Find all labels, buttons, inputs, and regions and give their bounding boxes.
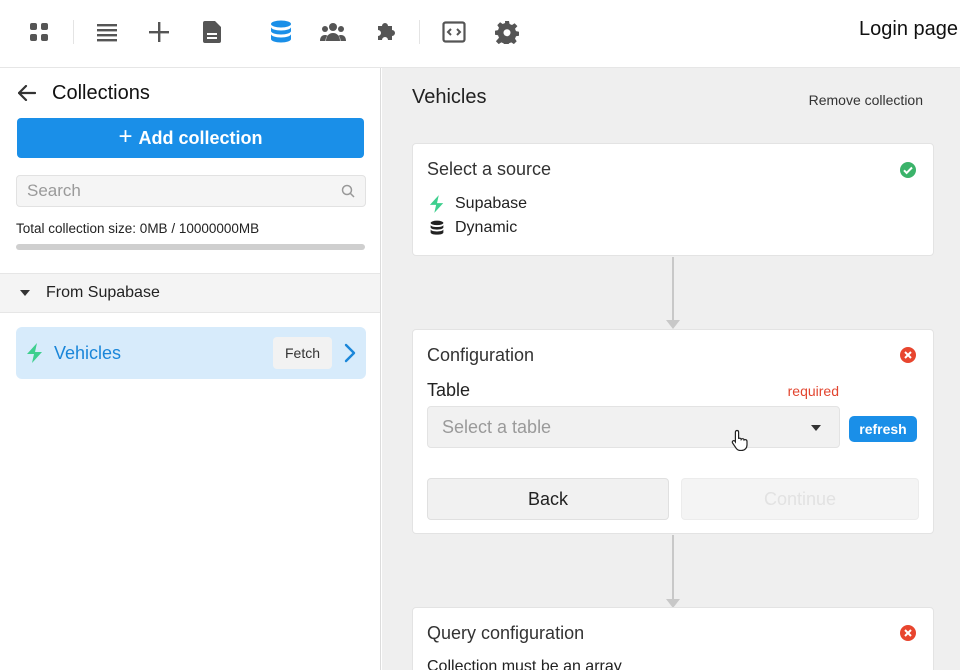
database-icon bbox=[427, 220, 447, 236]
configuration-card: Configuration Table required Select a ta… bbox=[412, 329, 934, 534]
back-button[interactable]: Back bbox=[427, 478, 669, 520]
continue-button[interactable]: Continue bbox=[681, 478, 919, 520]
group-header-supabase[interactable]: From Supabase bbox=[0, 273, 380, 313]
query-card-message: Collection must be an array bbox=[427, 658, 622, 670]
puzzle-icon[interactable] bbox=[372, 18, 400, 46]
source-card: Select a source Supabase Dynamic bbox=[412, 143, 934, 256]
add-collection-button[interactable]: + Add collection bbox=[17, 118, 364, 158]
step-connector bbox=[666, 257, 680, 329]
add-collection-label: Add collection bbox=[138, 127, 263, 148]
step-connector bbox=[666, 535, 680, 608]
collection-size-text: Total collection size: 0MB / 10000000MB bbox=[16, 221, 260, 236]
search-icon bbox=[341, 184, 355, 198]
required-label: required bbox=[787, 383, 839, 399]
table-select[interactable]: Select a table bbox=[427, 406, 840, 448]
document-icon[interactable] bbox=[198, 18, 226, 46]
query-card-title: Query configuration bbox=[427, 623, 585, 643]
collection-size-bar bbox=[16, 244, 365, 250]
back-arrow-icon[interactable] bbox=[18, 85, 36, 101]
code-icon[interactable] bbox=[440, 18, 468, 46]
bolt-icon bbox=[27, 343, 42, 363]
back-to-collections[interactable]: Collections bbox=[18, 80, 150, 106]
collection-item-vehicles[interactable]: Vehicles Fetch bbox=[16, 327, 366, 379]
database-icon[interactable] bbox=[267, 18, 295, 46]
source-card-title: Select a source bbox=[427, 159, 552, 179]
group-label: From Supabase bbox=[46, 284, 160, 301]
caret-down-icon bbox=[20, 290, 30, 296]
source-dynamic-label: Dynamic bbox=[455, 219, 518, 236]
remove-collection-link[interactable]: Remove collection bbox=[809, 92, 923, 108]
query-configuration-card: Query configuration Collection must be a… bbox=[412, 607, 934, 670]
collection-name: Vehicles bbox=[54, 342, 122, 363]
error-circle-icon bbox=[900, 347, 916, 363]
table-select-placeholder: Select a table bbox=[442, 417, 552, 437]
fetch-button[interactable]: Fetch bbox=[273, 337, 332, 369]
source-supabase-label: Supabase bbox=[455, 195, 528, 212]
bolt-icon bbox=[427, 195, 447, 213]
gear-icon[interactable] bbox=[493, 18, 521, 46]
source-supabase: Supabase bbox=[427, 195, 527, 213]
page-title[interactable]: Login page bbox=[859, 18, 958, 41]
search-input[interactable] bbox=[17, 176, 317, 206]
hand-cursor-icon bbox=[731, 429, 748, 451]
table-label: Table bbox=[427, 380, 471, 400]
check-circle-icon bbox=[900, 162, 916, 178]
error-circle-icon bbox=[900, 625, 916, 641]
refresh-button[interactable]: refresh bbox=[849, 416, 917, 442]
plus-icon[interactable] bbox=[145, 18, 173, 46]
chevron-right-icon[interactable] bbox=[344, 343, 356, 363]
caret-down-icon bbox=[811, 425, 821, 431]
sidebar-title: Collections bbox=[52, 81, 150, 104]
collection-title: Vehicles bbox=[412, 86, 487, 108]
plus-icon: + bbox=[118, 123, 133, 150]
apps-icon[interactable] bbox=[25, 18, 53, 46]
source-dynamic: Dynamic bbox=[427, 219, 517, 237]
collection-detail: Vehicles Remove collection Select a sour… bbox=[382, 68, 960, 670]
search-box[interactable] bbox=[16, 175, 366, 207]
users-icon[interactable] bbox=[319, 18, 347, 46]
top-toolbar: Login page bbox=[0, 0, 960, 68]
toolbar-divider bbox=[419, 20, 420, 44]
collections-sidebar: Collections + Add collection Total colle… bbox=[0, 68, 381, 670]
toolbar-divider bbox=[73, 20, 74, 44]
configuration-card-title: Configuration bbox=[427, 345, 535, 365]
list-icon[interactable] bbox=[93, 18, 121, 46]
